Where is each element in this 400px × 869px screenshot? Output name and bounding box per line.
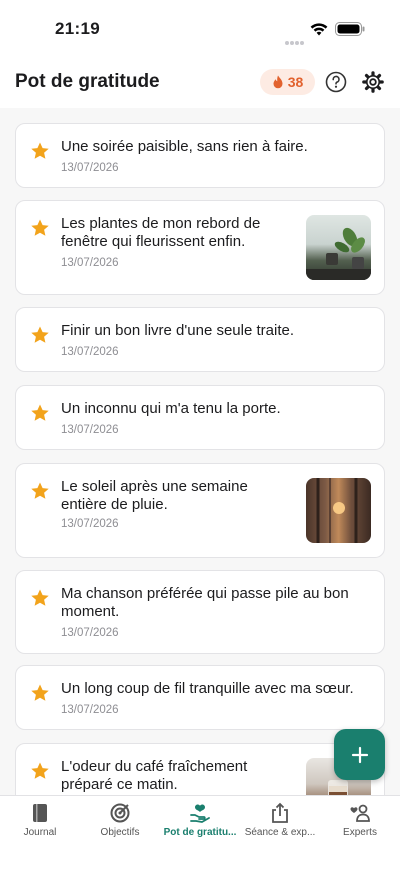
page-title: Pot de gratitude — [15, 71, 160, 92]
sunset-illustration — [316, 478, 358, 543]
star-icon — [31, 404, 49, 421]
gratitude-card[interactable]: L'odeur du café fraîchement préparé ce m… — [15, 743, 385, 795]
sunset-window-photo[interactable] — [306, 478, 371, 543]
flame-icon — [273, 75, 283, 89]
entry-date: 13/07/2026 — [61, 346, 119, 358]
tab-label: Séance & exp... — [244, 827, 316, 838]
tab-label: Objectifs — [100, 827, 140, 838]
streak-badge[interactable]: 38 — [260, 69, 315, 95]
gratitude-card[interactable]: Ma chanson préférée qui passe pile au bo… — [15, 570, 385, 654]
help-icon[interactable] — [325, 71, 347, 93]
tab-bar: Journal Objectifs Pot de gratitu... Séan… — [0, 795, 400, 869]
entry-date: 13/07/2026 — [61, 627, 119, 639]
gratitude-card[interactable]: Une soirée paisible, sans rien à faire. … — [15, 123, 385, 188]
streak-count: 38 — [287, 74, 304, 90]
gratitude-card[interactable]: Finir un bon livre d'une seule traite. 1… — [15, 307, 385, 372]
tab-seance[interactable]: Séance & exp... — [240, 796, 320, 846]
entry-text: Finir un bon livre d'une seule traite. — [61, 322, 294, 339]
gratitude-card[interactable]: Un long coup de fil tranquille avec ma s… — [15, 665, 385, 730]
wifi-icon — [310, 23, 328, 36]
gratitude-card[interactable]: Les plantes de mon rebord de fenêtre qui… — [15, 200, 385, 295]
entry-text: Le soleil après une semaine entière de p… — [61, 478, 248, 513]
add-entry-button[interactable] — [334, 729, 385, 780]
star-icon — [31, 762, 49, 779]
header: Pot de gratitude 38 — [0, 58, 400, 108]
tab-label: Pot de gratitu... — [163, 827, 237, 838]
tab-experts[interactable]: Experts — [320, 796, 400, 846]
tab-gratitude[interactable]: Pot de gratitu... — [160, 796, 240, 846]
entry-date: 13/07/2026 — [61, 518, 119, 530]
entry-text: Un inconnu qui m'a tenu la porte. — [61, 400, 281, 417]
gear-icon[interactable] — [362, 71, 384, 93]
entry-date: 13/07/2026 — [61, 424, 119, 436]
plus-icon — [351, 746, 368, 763]
plants-illustration — [306, 227, 371, 280]
star-icon — [31, 219, 49, 236]
tab-label: Journal — [23, 827, 57, 838]
battery-icon — [335, 22, 365, 36]
gratitude-list[interactable]: Une soirée paisible, sans rien à faire. … — [0, 108, 400, 795]
tab-journal[interactable]: Journal — [0, 796, 80, 846]
gratitude-card[interactable]: Le soleil après une semaine entière de p… — [15, 463, 385, 558]
status-time: 21:19 — [55, 19, 100, 38]
entry-date: 13/07/2026 — [61, 257, 119, 269]
heart-hand-icon — [190, 804, 210, 823]
entry-date: 13/07/2026 — [61, 704, 119, 716]
entry-text: Les plantes de mon rebord de fenêtre qui… — [61, 215, 261, 250]
share-icon — [272, 802, 288, 823]
star-icon — [31, 589, 49, 606]
entry-text: Une soirée paisible, sans rien à faire. — [61, 138, 308, 155]
target-icon — [110, 803, 130, 823]
star-icon — [31, 684, 49, 701]
gratitude-card[interactable]: Un inconnu qui m'a tenu la porte. 13/07/… — [15, 385, 385, 450]
entry-date: 13/07/2026 — [61, 162, 119, 174]
signal-dots-icon — [285, 32, 305, 45]
plants-photo[interactable] — [306, 215, 371, 280]
star-icon — [31, 326, 49, 343]
status-bar: 21:19 — [0, 0, 400, 58]
tab-objectifs[interactable]: Objectifs — [80, 796, 160, 846]
entry-text: L'odeur du café fraîchement préparé ce m… — [61, 758, 248, 793]
book-icon — [33, 804, 47, 822]
star-icon — [31, 142, 49, 159]
entry-text: Un long coup de fil tranquille avec ma s… — [61, 680, 354, 697]
star-icon — [31, 482, 49, 499]
entry-text: Ma chanson préférée qui passe pile au bo… — [61, 585, 349, 620]
experts-icon — [350, 804, 370, 822]
tab-label: Experts — [343, 827, 377, 838]
